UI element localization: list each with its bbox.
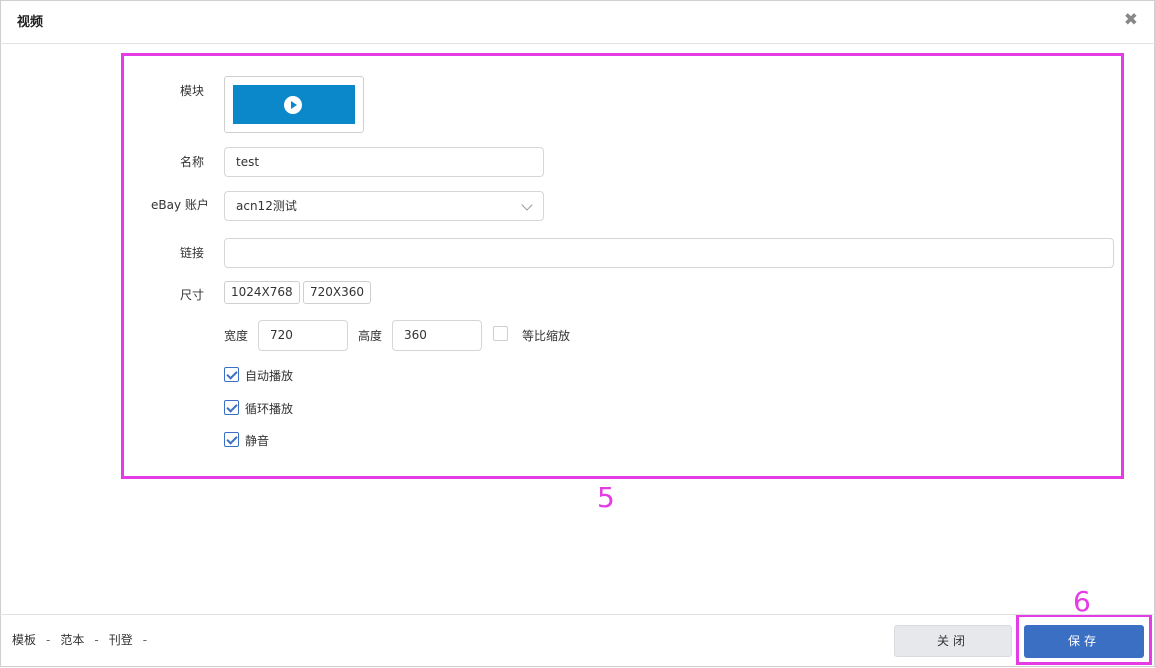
name-label: 名称 [180,155,205,169]
width-input[interactable]: 720 [258,320,348,351]
dialog-header: 视频 ✖ [0,0,1155,44]
height-label: 高度 [358,329,383,343]
size-preset-1024x768[interactable]: 1024X768 [224,281,300,304]
loop-label: 循环播放 [245,402,294,416]
loop-checkbox[interactable] [224,400,239,415]
breadcrumb-separator: - [46,633,51,647]
chevron-down-icon [521,199,533,211]
ebay-account-select[interactable]: acn12测试 [224,191,544,221]
breadcrumb-item-listing[interactable]: 刊登 [109,631,133,648]
breadcrumb-separator: - [94,633,99,647]
dialog-footer: 模板 - 范本 - 刊登 - 关闭 保存 [0,614,1155,668]
breadcrumb-separator: - [142,633,148,647]
module-label: 模块 [180,84,205,98]
width-label: 宽度 [224,329,249,343]
mute-checkbox[interactable] [224,432,239,447]
size-label: 尺寸 [180,288,205,302]
proportional-checkbox[interactable] [493,326,508,341]
breadcrumb-item-template[interactable]: 模板 [12,631,36,648]
module-video-card[interactable] [224,76,364,133]
breadcrumb: 模板 - 范本 - 刊登 - [12,631,157,648]
name-input[interactable]: test [224,147,544,177]
height-input[interactable]: 360 [392,320,482,351]
breadcrumb-item-sample[interactable]: 范本 [60,631,84,648]
close-icon[interactable]: ✖ [1124,10,1138,30]
save-button[interactable]: 保存 [1024,625,1144,658]
annotation-number-form: 5 [597,481,615,514]
link-label: 链接 [180,246,205,260]
ebay-account-value: acn12测试 [236,199,297,213]
autoplay-checkbox[interactable] [224,367,239,382]
link-input[interactable] [224,238,1114,268]
ebay-account-label: eBay 账户 [151,198,209,212]
proportional-label: 等比缩放 [522,329,571,343]
play-icon [284,96,302,114]
mute-label: 静音 [245,434,270,448]
dialog-title: 视频 [17,15,44,30]
size-preset-720x360[interactable]: 720X360 [303,281,372,304]
autoplay-label: 自动播放 [245,369,294,383]
close-button[interactable]: 关闭 [894,625,1012,657]
video-banner [233,85,355,124]
